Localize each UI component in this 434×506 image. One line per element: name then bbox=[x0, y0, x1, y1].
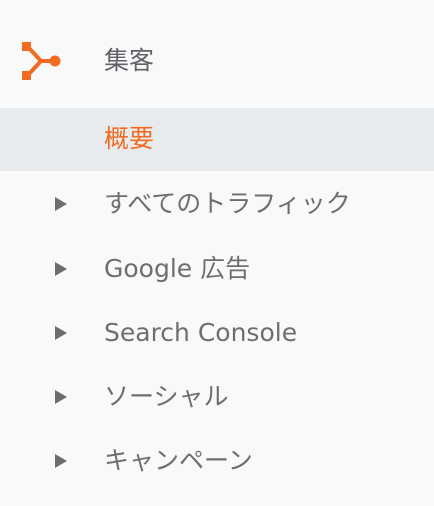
nav-item-overview[interactable]: 概要 bbox=[0, 108, 434, 171]
expand-arrow-icon bbox=[54, 389, 68, 405]
nav-item-social[interactable]: ソーシャル bbox=[0, 369, 434, 425]
nav-item-search-console[interactable]: Search Console bbox=[0, 305, 434, 361]
section-title: 集客 bbox=[104, 46, 155, 75]
nav-item-label: ソーシャル bbox=[104, 382, 229, 411]
nav-item-campaigns[interactable]: キャンペーン bbox=[0, 433, 434, 489]
expand-arrow-icon bbox=[54, 453, 68, 469]
expand-arrow-icon bbox=[54, 196, 68, 212]
nav-item-label: Google 広告 bbox=[104, 254, 251, 283]
nav-item-google-ads[interactable]: Google 広告 bbox=[0, 241, 434, 297]
nav-item-label: すべてのトラフィック bbox=[104, 189, 351, 218]
expand-arrow-icon bbox=[54, 325, 68, 341]
expand-arrow-icon bbox=[54, 261, 68, 277]
acquisition-nav: 集客 概要 すべてのトラフィック Google 広告 Search Consol… bbox=[0, 0, 434, 506]
nav-item-label: キャンペーン bbox=[104, 446, 253, 475]
nav-item-overview-label: 概要 bbox=[104, 124, 155, 153]
nav-item-all-traffic[interactable]: すべてのトラフィック bbox=[0, 176, 434, 232]
nav-item-label: Search Console bbox=[104, 318, 298, 347]
acquisition-fork-icon bbox=[22, 42, 62, 80]
acquisition-section-header[interactable]: 集客 bbox=[0, 28, 434, 94]
